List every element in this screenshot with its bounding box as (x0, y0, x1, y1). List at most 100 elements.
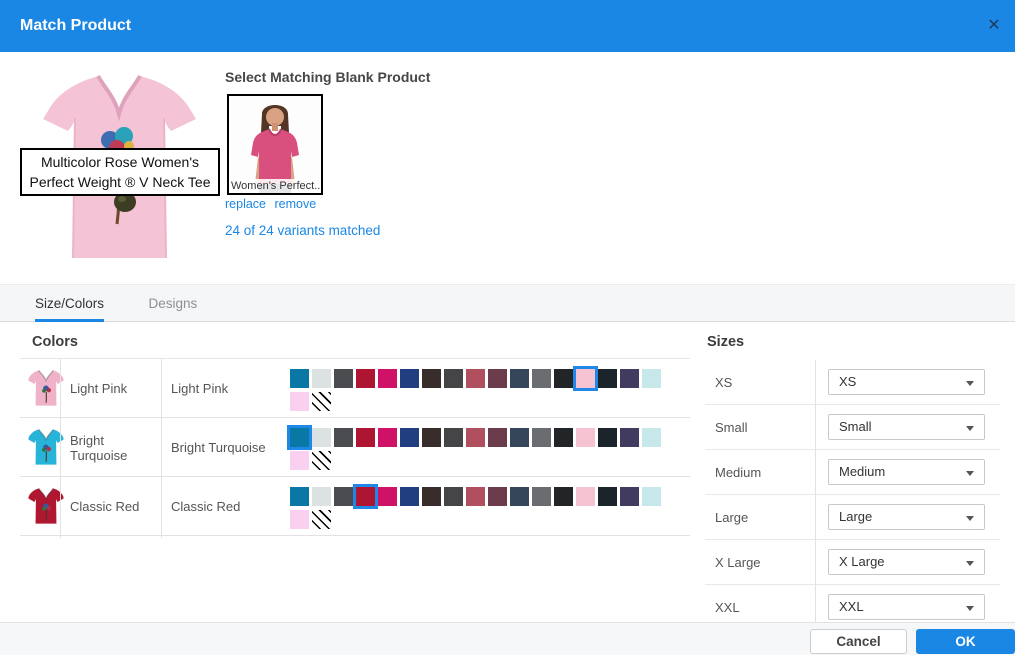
swatch[interactable] (290, 487, 309, 506)
swatch[interactable] (488, 428, 507, 447)
size-select-large[interactable]: Large (828, 504, 985, 530)
modal-footer: Cancel OK (0, 622, 1015, 655)
swatch[interactable] (290, 428, 309, 447)
product-name-tooltip: Multicolor Rose Women's Perfect Weight ®… (20, 148, 220, 196)
modal-header: Match Product ✕ (0, 0, 1015, 52)
swatch[interactable] (576, 369, 595, 388)
thumbnail-actions: replace remove (225, 197, 321, 211)
chevron-down-icon (966, 426, 974, 431)
swatch-pattern[interactable] (312, 392, 331, 411)
swatch[interactable] (466, 369, 485, 388)
swatch[interactable] (290, 392, 309, 411)
swatch[interactable] (444, 428, 463, 447)
product-preview: Multicolor Rose Women's Perfect Weight ®… (22, 62, 218, 266)
swatch[interactable] (598, 487, 617, 506)
swatch-grid (290, 487, 662, 529)
swatch[interactable] (532, 428, 551, 447)
swatch[interactable] (488, 487, 507, 506)
swatch[interactable] (598, 428, 617, 447)
swatch[interactable] (510, 369, 529, 388)
swatch-grid (290, 369, 662, 411)
swatch[interactable] (532, 487, 551, 506)
swatch[interactable] (334, 369, 353, 388)
swatch[interactable] (642, 369, 661, 388)
size-label-xs: XS (715, 360, 732, 405)
ok-button[interactable]: OK (916, 629, 1015, 654)
blank-product-heading: Select Matching Blank Product (225, 69, 430, 85)
blank-product-thumbnail[interactable]: Women's Perfect... (227, 94, 323, 195)
size-row: Small Small (705, 405, 1000, 450)
thumbnail-caption: Women's Perfect... (229, 179, 321, 193)
chevron-down-icon (966, 471, 974, 476)
close-icon[interactable]: ✕ (983, 15, 1005, 37)
replace-link[interactable]: replace (225, 197, 266, 211)
swatch[interactable] (334, 428, 353, 447)
swatch[interactable] (422, 428, 441, 447)
swatch[interactable] (576, 428, 595, 447)
modal-title: Match Product (20, 0, 131, 52)
swatch[interactable] (378, 428, 397, 447)
swatch[interactable] (466, 487, 485, 506)
swatch[interactable] (356, 428, 375, 447)
swatch[interactable] (312, 369, 331, 388)
remove-link[interactable]: remove (274, 197, 316, 211)
swatch[interactable] (400, 487, 419, 506)
swatch[interactable] (290, 451, 309, 470)
swatch[interactable] (554, 487, 573, 506)
swatch[interactable] (290, 369, 309, 388)
swatch[interactable] (620, 428, 639, 447)
color-row-name: Classic Red (70, 477, 156, 536)
swatch-pattern[interactable] (312, 451, 331, 470)
swatch[interactable] (312, 487, 331, 506)
cancel-button[interactable]: Cancel (810, 629, 907, 654)
variants-matched-text: 24 of 24 variants matched (225, 223, 380, 238)
swatch[interactable] (356, 369, 375, 388)
swatch[interactable] (378, 487, 397, 506)
swatch[interactable] (400, 369, 419, 388)
color-row-match-name: Classic Red (171, 477, 286, 536)
size-row: X Large X Large (705, 540, 1000, 585)
swatch[interactable] (576, 487, 595, 506)
swatch[interactable] (290, 510, 309, 529)
swatch[interactable] (466, 428, 485, 447)
color-row: Classic Red Classic Red (20, 477, 690, 536)
size-row: Medium Medium (705, 450, 1000, 495)
swatch[interactable] (356, 487, 375, 506)
swatch[interactable] (422, 487, 441, 506)
color-row: Bright Turquoise Bright Turquoise (20, 418, 690, 477)
colors-table: Light Pink Light Pink Bright Turquoise B… (20, 358, 690, 536)
color-row-match-name: Bright Turquoise (171, 418, 286, 477)
size-select-xs[interactable]: XS (828, 369, 985, 395)
swatch[interactable] (554, 369, 573, 388)
size-label-medium: Medium (715, 450, 761, 495)
swatch[interactable] (620, 369, 639, 388)
size-select-small[interactable]: Small (828, 414, 985, 440)
tab-size-colors[interactable]: Size/Colors (35, 285, 104, 322)
size-row: Large Large (705, 495, 1000, 540)
swatch[interactable] (510, 428, 529, 447)
swatch[interactable] (554, 428, 573, 447)
swatch-pattern[interactable] (312, 510, 331, 529)
swatch[interactable] (378, 369, 397, 388)
swatch[interactable] (422, 369, 441, 388)
tab-designs[interactable]: Designs (148, 285, 197, 322)
color-row-match-name: Light Pink (171, 359, 286, 418)
size-select-x-large[interactable]: X Large (828, 549, 985, 575)
size-row: XS XS (705, 360, 1000, 405)
size-select-medium[interactable]: Medium (828, 459, 985, 485)
swatch[interactable] (532, 369, 551, 388)
swatch[interactable] (510, 487, 529, 506)
tab-bar: Size/Colors Designs (0, 284, 1015, 322)
swatch[interactable] (488, 369, 507, 388)
swatch[interactable] (334, 487, 353, 506)
size-select-xxl[interactable]: XXL (828, 594, 985, 620)
swatch[interactable] (642, 428, 661, 447)
swatch[interactable] (598, 369, 617, 388)
swatch[interactable] (444, 487, 463, 506)
shirt-thumbnail-icon (28, 368, 64, 413)
swatch[interactable] (312, 428, 331, 447)
swatch[interactable] (444, 369, 463, 388)
swatch[interactable] (620, 487, 639, 506)
swatch[interactable] (400, 428, 419, 447)
swatch[interactable] (642, 487, 661, 506)
